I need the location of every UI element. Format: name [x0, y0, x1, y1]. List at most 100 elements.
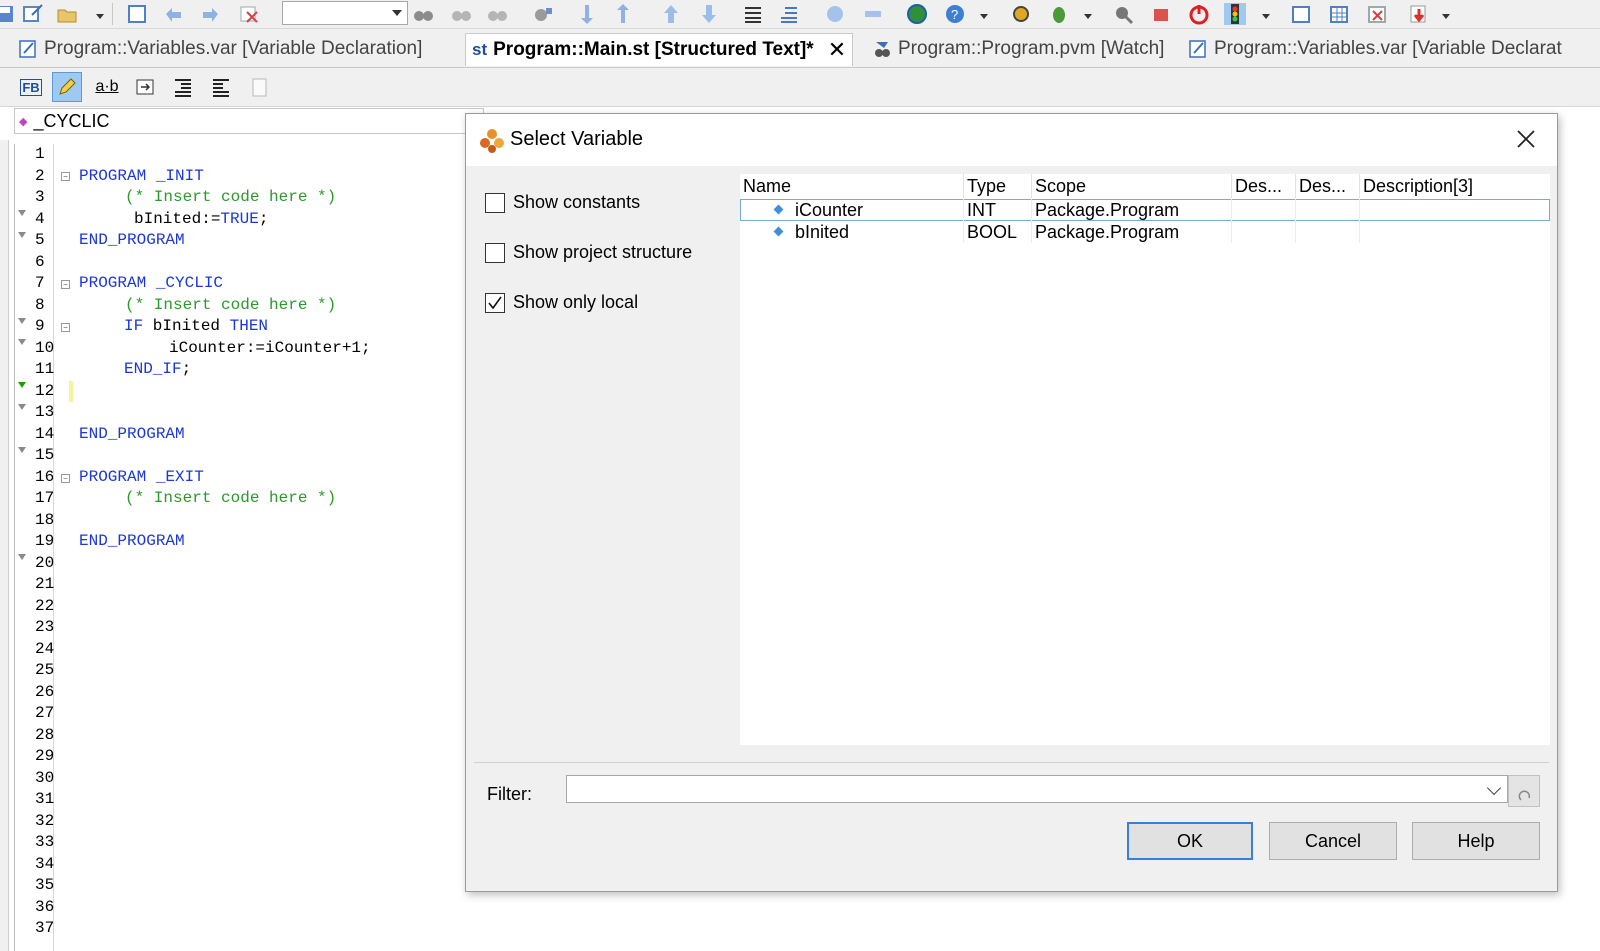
close-tab-icon[interactable]: ✕ [828, 37, 846, 63]
dropdown-arrow-icon[interactable] [1442, 14, 1450, 19]
column-header-scope[interactable]: Scope [1032, 174, 1232, 198]
monitor-icon[interactable] [1112, 3, 1134, 25]
line-number: 31 [35, 790, 55, 808]
sort-down-icon[interactable] [578, 3, 600, 25]
fold-marker-icon[interactable] [18, 318, 26, 324]
save-all-icon[interactable] [22, 3, 44, 25]
calendar-delete-icon[interactable] [1366, 3, 1388, 25]
show-only-local-checkbox[interactable]: Show only local [485, 292, 638, 313]
fold-marker-icon[interactable] [18, 404, 26, 410]
table-row[interactable]: iCounter INT Package.Program [740, 199, 1550, 221]
fold-marker-icon[interactable] [18, 339, 26, 345]
settings-gear-icon[interactable] [1010, 3, 1032, 25]
collapse-toggle-icon[interactable]: − [61, 323, 70, 332]
help-icon[interactable]: ? [944, 3, 966, 25]
binoculars-icon[interactable] [412, 3, 434, 25]
checkbox-box[interactable] [485, 192, 505, 213]
collapse-toggle-icon[interactable]: − [61, 280, 70, 289]
dropdown-arrow-icon[interactable] [980, 14, 988, 19]
find-previous-icon[interactable] [486, 3, 508, 25]
new-window-icon[interactable] [126, 3, 148, 25]
document-tab-strip: Program::Variables.var [Variable Declara… [0, 29, 1600, 68]
debug-bug-icon[interactable] [1048, 3, 1070, 25]
calendar-grid-icon[interactable] [1328, 3, 1350, 25]
toolbar-combo-box[interactable] [282, 1, 408, 25]
code-line-9: IF bInited THEN [124, 316, 268, 338]
ok-button[interactable]: OK [1127, 822, 1253, 860]
outdent-button[interactable] [206, 72, 236, 102]
undo-icon[interactable] [162, 3, 184, 25]
show-project-structure-checkbox[interactable]: Show project structure [485, 242, 692, 263]
checkbox-box[interactable] [485, 242, 505, 263]
line-number: 3 [35, 188, 45, 206]
line-number: 29 [35, 747, 55, 765]
indent-button[interactable] [168, 72, 198, 102]
variable-file-icon [19, 40, 36, 58]
download-icon[interactable] [1408, 3, 1430, 25]
save-icon[interactable] [0, 3, 16, 25]
code-line-10: iCounter:=iCounter+1; [169, 338, 371, 357]
current-line-marker-icon [18, 382, 26, 388]
table-row[interactable]: bInited BOOL Package.Program [740, 221, 1550, 243]
globe-icon[interactable] [906, 3, 928, 25]
cancel-button[interactable]: Cancel [1269, 822, 1397, 860]
dropdown-arrow-icon[interactable] [1262, 14, 1270, 19]
open-folder-icon[interactable] [56, 3, 78, 25]
collapse-toggle-icon[interactable]: − [61, 172, 70, 181]
arrow-up-icon[interactable] [660, 3, 682, 25]
traffic-light-icon[interactable] [1224, 3, 1246, 25]
delete-icon[interactable] [238, 3, 260, 25]
divider [474, 762, 1549, 763]
indent-lines-icon[interactable] [778, 3, 800, 25]
insert-button[interactable] [130, 72, 160, 102]
minus-icon[interactable] [862, 3, 884, 25]
line-number: 13 [35, 403, 55, 421]
fold-marker-icon[interactable] [18, 210, 26, 216]
fold-marker-icon[interactable] [18, 554, 26, 560]
column-header-description-3[interactable]: Description[3] [1360, 174, 1550, 198]
select-variable-button[interactable] [52, 72, 82, 102]
fold-marker-icon[interactable] [18, 232, 26, 238]
code-editor[interactable]: 1 2 3 4 5 6 7 8 9 10 11 12 13 14 15 16 1… [14, 144, 471, 951]
variable-list[interactable]: Name Type Scope Des... Des... Descriptio… [740, 174, 1550, 745]
editor-toolbar: FB a·b [0, 68, 1600, 107]
dropdown-arrow-icon[interactable] [96, 14, 104, 19]
plus-icon[interactable] [824, 3, 846, 25]
tab-main-structured-text[interactable]: st Program::Main.st [Structured Text]* ✕ [465, 33, 854, 66]
power-icon[interactable] [1188, 3, 1210, 25]
checkbox-label: Show only local [513, 292, 639, 312]
help-button[interactable]: Help [1412, 822, 1540, 860]
align-lines-icon[interactable] [742, 3, 764, 25]
apply-filter-button[interactable] [1508, 775, 1540, 807]
redo-icon[interactable] [200, 3, 222, 25]
collapse-toggle-icon[interactable]: − [61, 474, 70, 483]
transfer-icon[interactable] [1150, 3, 1172, 25]
function-block-button[interactable]: FB [16, 72, 46, 102]
tab-variables-declaration-2[interactable]: Program::Variables.var [Variable Declara… [1188, 33, 1562, 65]
comment-button[interactable] [244, 72, 274, 102]
cell-description-2 [1296, 221, 1360, 243]
tab-variables-declaration[interactable]: Program::Variables.var [Variable Declara… [18, 33, 422, 65]
fold-marker-icon[interactable] [18, 447, 26, 453]
checkbox-box[interactable] [485, 292, 505, 313]
column-header-name[interactable]: Name [740, 174, 964, 198]
dropdown-arrow-icon[interactable] [1084, 14, 1092, 19]
main-toolbar: ? [0, 0, 1600, 29]
arrow-down-icon[interactable] [698, 3, 720, 25]
line-number: 11 [35, 360, 55, 378]
column-header-description-1[interactable]: Des... [1232, 174, 1296, 198]
program-section-selector[interactable]: ◆ _CYCLIC [14, 108, 484, 134]
filter-combo-box[interactable] [566, 775, 1508, 803]
rename-button[interactable]: a·b [92, 72, 122, 102]
close-icon[interactable] [1513, 126, 1539, 152]
sort-up-icon[interactable] [614, 3, 636, 25]
tab-program-watch[interactable]: Program::Program.pvm [Watch] [872, 33, 1164, 65]
column-header-description-2[interactable]: Des... [1296, 174, 1360, 198]
tab-label: Program::Variables.var [Variable Declara… [44, 38, 423, 59]
calendar-icon[interactable] [1290, 3, 1312, 25]
column-header-type[interactable]: Type [964, 174, 1032, 198]
replace-icon[interactable] [532, 3, 554, 25]
show-constants-checkbox[interactable]: Show constants [485, 192, 640, 213]
chevron-down-icon[interactable] [1486, 780, 1502, 796]
find-next-icon[interactable] [450, 3, 472, 25]
